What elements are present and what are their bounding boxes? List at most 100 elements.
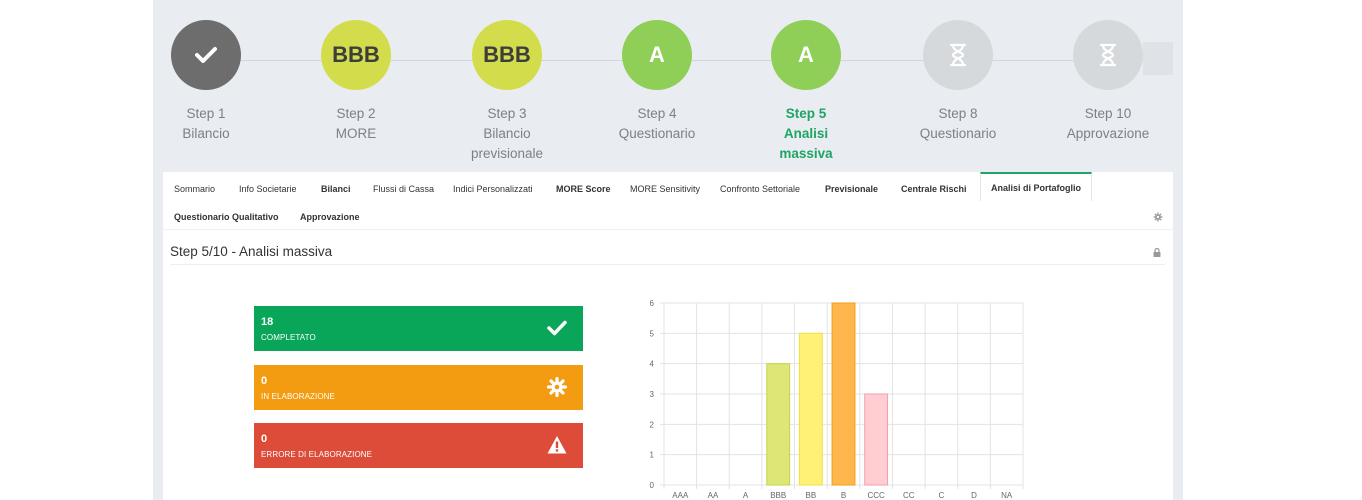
step-5[interactable]: A Step 5 Analisi massiva: [741, 20, 871, 164]
chart-bar-bb: [798, 332, 823, 486]
step-2[interactable]: BBB Step 2 MORE: [291, 20, 421, 144]
step-3-name-2: previsionale: [470, 146, 544, 161]
tab-more-sensitivity[interactable]: MORE Sensitivity: [630, 184, 700, 194]
step-1-number: Step 1: [186, 106, 226, 121]
x-tick-label: D: [971, 491, 977, 500]
step-3-circle: BBB: [472, 20, 542, 90]
tab-centrale-rischi[interactable]: Centrale Rischi: [901, 184, 967, 194]
step-5-label: Step 5 Analisi massiva: [741, 104, 871, 164]
check-icon: [547, 320, 567, 336]
step-3-label: Step 3 Bilancio previsionale: [442, 104, 572, 164]
step-5-number: Step 5: [785, 106, 827, 121]
rating-distribution-chart: 0123456 AAA AA A BBB BB B CCC CC C D NA: [650, 299, 1024, 500]
y-tick-label: 0: [650, 481, 655, 490]
chart-bar-bbb: [766, 363, 791, 486]
hourglass-icon: [1099, 43, 1117, 67]
tab-indici-personalizzati[interactable]: Indici Personalizzati: [453, 184, 533, 194]
step-5-name-2: massiva: [779, 146, 833, 161]
step-8-circle: [923, 20, 993, 90]
step-2-label: Step 2 MORE: [291, 104, 421, 144]
x-tick-label: A: [743, 491, 749, 500]
stepper: Step 1 Bilancio BBB Step 2 MORE BBB Step…: [153, 0, 1183, 170]
tab-previsionale[interactable]: Previsionale: [825, 184, 878, 194]
step-10[interactable]: Step 10 Approvazione: [1043, 20, 1173, 144]
step-5-name: Analisi: [783, 126, 829, 141]
x-tick-label: AA: [708, 491, 719, 500]
tab-bar: Sommario Info Societarie Bilanci Flussi …: [163, 172, 1173, 230]
step-5-badge: A: [798, 42, 814, 67]
step-4-badge: A: [649, 42, 665, 67]
step-4-circle: A: [622, 20, 692, 90]
step-3[interactable]: BBB Step 3 Bilancio previsionale: [442, 20, 572, 164]
chart-bar-ccc: [864, 393, 889, 486]
step-1[interactable]: Step 1 Bilancio: [141, 20, 271, 144]
y-tick-label: 6: [650, 299, 655, 308]
x-tick-label: BBB: [770, 491, 786, 500]
chart-x-axis: AAA AA A BBB BB B CCC CC C D NA: [672, 491, 1013, 500]
y-tick-label: 5: [650, 329, 655, 338]
step-8[interactable]: Step 8 Questionario: [893, 20, 1023, 144]
step-5-circle: A: [771, 20, 841, 90]
step-10-name: Approvazione: [1066, 126, 1150, 141]
tab-confronto-settoriale[interactable]: Confronto Settoriale: [720, 184, 800, 194]
step-3-name: Bilancio: [483, 126, 531, 141]
tab-analisi-di-portafoglio[interactable]: Analisi di Portafoglio: [980, 172, 1093, 201]
chart-bar-b: [831, 302, 856, 486]
warning-icon: [547, 436, 567, 454]
step-4-label: Step 4 Questionario: [592, 104, 722, 144]
hourglass-icon: [949, 43, 967, 67]
step-3-badge: BBB: [483, 42, 531, 67]
step-4-name: Questionario: [618, 126, 696, 141]
step-2-circle: BBB: [321, 20, 391, 90]
status-completato: 18 COMPLETATO: [254, 306, 583, 351]
x-tick-label: CC: [903, 491, 915, 500]
y-tick-label: 4: [650, 360, 655, 369]
x-tick-label: NA: [1001, 491, 1013, 500]
step-1-label: Step 1 Bilancio: [141, 104, 271, 144]
step-2-number: Step 2: [336, 106, 376, 121]
step-1-name: Bilancio: [182, 126, 230, 141]
gear-icon: [547, 377, 567, 397]
x-tick-label: CCC: [867, 491, 885, 500]
x-tick-label: BB: [806, 491, 817, 500]
status-in-elaborazione: 0 IN ELABORAZIONE: [254, 365, 583, 410]
tab-info-societarie[interactable]: Info Societarie: [239, 184, 297, 194]
y-tick-label: 2: [650, 420, 655, 429]
status-count: 18: [261, 316, 274, 328]
tab-flussi-di-cassa[interactable]: Flussi di Cassa: [373, 184, 434, 194]
section-divider: [170, 264, 1165, 265]
status-count: 0: [261, 433, 268, 445]
step-10-label: Step 10 Approvazione: [1043, 104, 1173, 144]
status-count: 0: [261, 375, 268, 387]
status-errore: 0 ERRORE DI ELABORAZIONE: [254, 423, 583, 468]
tab-approvazione[interactable]: Approvazione: [300, 212, 360, 222]
tab-bilanci[interactable]: Bilanci: [321, 184, 351, 194]
chart-y-axis: 0 1 2 3 4 5 6: [650, 299, 655, 490]
y-tick-label: 1: [650, 451, 655, 460]
step-10-number: Step 10: [1084, 106, 1132, 121]
status-label: COMPLETATO: [261, 333, 316, 342]
step-4-number: Step 4: [637, 106, 677, 121]
step-10-circle: [1073, 20, 1143, 90]
section-title: Step 5/10 - Analisi massiva: [170, 244, 333, 259]
status-label: IN ELABORAZIONE: [261, 392, 335, 401]
step-1-circle: [171, 20, 241, 90]
x-tick-label: C: [939, 491, 945, 500]
step-2-name: MORE: [335, 126, 377, 141]
content-card: Sommario Info Societarie Bilanci Flussi …: [163, 172, 1173, 500]
stepper-scroll-stub: [1143, 42, 1173, 75]
x-tick-label: AAA: [672, 491, 689, 500]
tab-sommario[interactable]: Sommario: [174, 184, 215, 194]
gear-icon[interactable]: [1153, 212, 1163, 222]
step-3-number: Step 3: [487, 106, 527, 121]
status-label: ERRORE DI ELABORAZIONE: [261, 450, 373, 459]
step-4[interactable]: A Step 4 Questionario: [592, 20, 722, 144]
step-8-label: Step 8 Questionario: [893, 104, 1023, 144]
app-root: Step 1 Bilancio BBB Step 2 MORE BBB Step…: [153, 0, 1183, 500]
tab-more-score[interactable]: MORE Score: [556, 184, 611, 194]
tab-questionario-qualitativo[interactable]: Questionario Qualitativo: [174, 212, 279, 222]
step-8-name: Questionario: [919, 126, 997, 141]
y-tick-label: 3: [650, 390, 655, 399]
lock-icon: [1153, 248, 1161, 257]
step-8-number: Step 8: [938, 106, 978, 121]
